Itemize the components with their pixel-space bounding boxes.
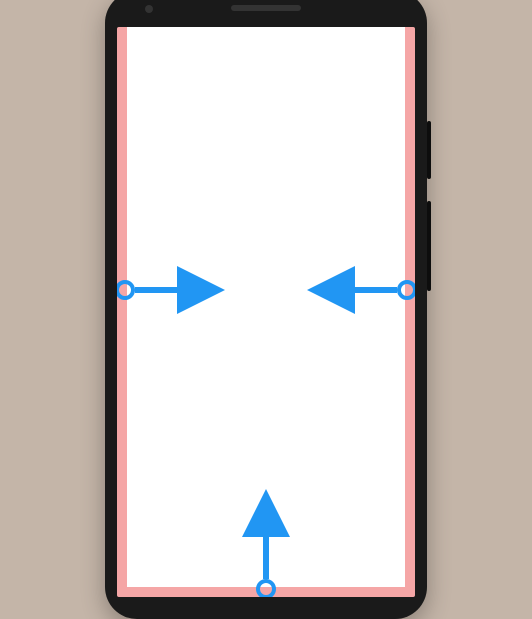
app-content-area	[127, 27, 405, 587]
front-camera-icon	[145, 5, 153, 13]
volume-rocker-icon	[427, 201, 431, 291]
phone-frame	[105, 0, 427, 619]
power-button-icon	[427, 121, 431, 179]
speaker-grille-icon	[231, 5, 301, 11]
